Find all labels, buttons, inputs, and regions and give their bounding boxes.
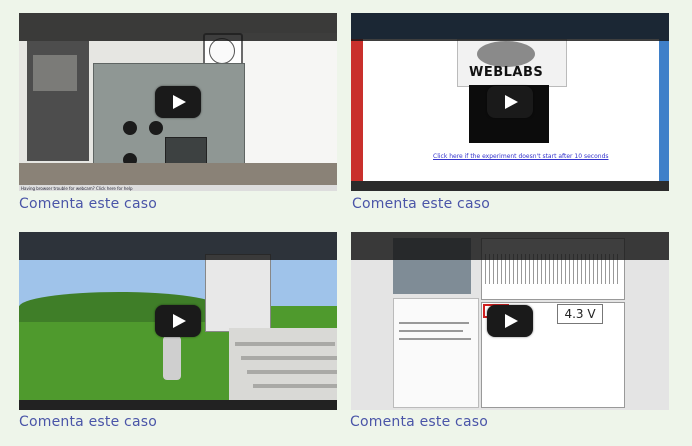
text-line (399, 338, 471, 340)
brain-icon (477, 41, 535, 67)
comment-link-2[interactable]: Comenta este caso (352, 196, 490, 212)
thumb-footer: Having browser trouble for webcam? Click… (19, 185, 337, 191)
knob (123, 121, 137, 135)
video-title-bar (351, 13, 669, 41)
stair-step (241, 356, 337, 360)
comment-link-3[interactable]: Comenta este caso (19, 414, 157, 430)
avatar-figure (163, 336, 181, 380)
text-line (399, 330, 463, 332)
video-thumbnail-4[interactable]: 4.3 V (351, 232, 669, 410)
desktop-sidebar (351, 39, 363, 181)
text-line (399, 322, 469, 324)
video-thumbnail-2[interactable]: WEBLABS Click here if the experiment doe… (351, 13, 669, 191)
whiteboard (239, 33, 337, 183)
play-button-icon[interactable] (155, 305, 201, 337)
video-title-bar (19, 232, 337, 260)
play-button-icon[interactable] (155, 86, 201, 118)
stairs (229, 328, 337, 408)
equipment-unit (33, 55, 77, 91)
taskbar (351, 181, 669, 191)
voltage-readout: 4.3 V (557, 304, 603, 324)
billboard-sign (205, 254, 271, 332)
video-title-bar (351, 232, 669, 260)
comment-link-4[interactable]: Comenta este caso (350, 414, 488, 430)
video-title-bar (19, 13, 337, 41)
info-panel (393, 298, 479, 408)
thumb-footer-text: Having browser trouble for webcam? Click… (21, 186, 133, 191)
stair-step (235, 342, 335, 346)
clock-face (209, 38, 235, 64)
comment-link-1[interactable]: Comenta este caso (19, 196, 157, 212)
play-button-icon[interactable] (487, 305, 533, 337)
video-thumbnail-3[interactable] (19, 232, 337, 410)
stair-step (247, 370, 337, 374)
viewer-toolbar (19, 400, 337, 410)
video-thumbnail-1[interactable]: Having browser trouble for webcam? Click… (19, 13, 337, 191)
knob (149, 121, 163, 135)
start-link: Click here if the experiment doesn't sta… (433, 153, 609, 160)
weblabs-logo-text: WEBLABS (469, 65, 544, 80)
stair-step (253, 384, 337, 388)
play-button-icon[interactable] (487, 86, 533, 118)
